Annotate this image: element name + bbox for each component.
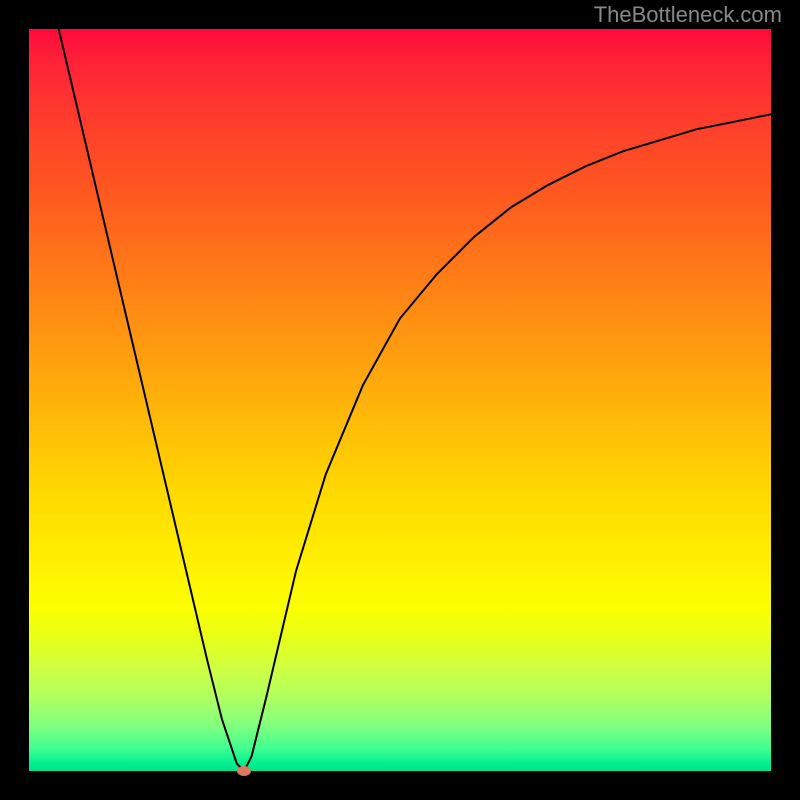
bottleneck-curve-path xyxy=(59,29,771,771)
plot-area xyxy=(29,29,771,771)
watermark-text: TheBottleneck.com xyxy=(594,2,782,28)
curve-svg xyxy=(29,29,771,771)
minimum-marker xyxy=(237,766,251,776)
